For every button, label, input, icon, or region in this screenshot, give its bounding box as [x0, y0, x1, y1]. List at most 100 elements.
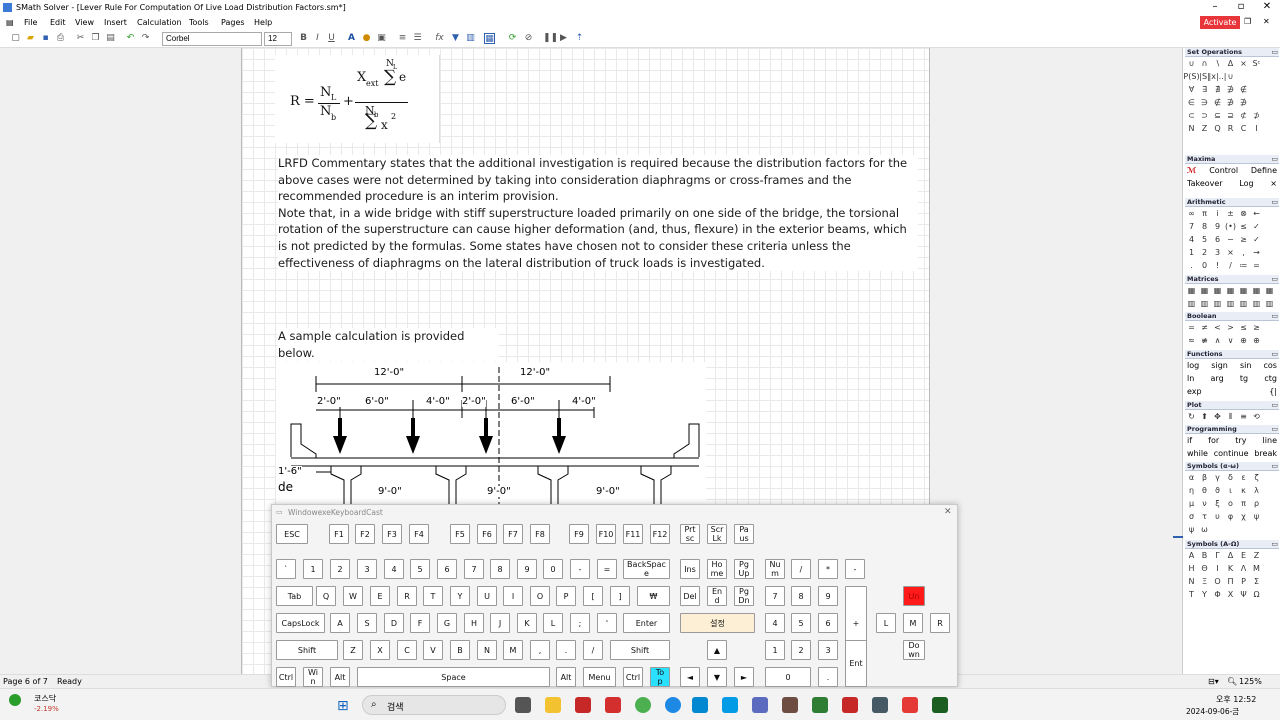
- prog-item[interactable]: while: [1187, 449, 1208, 458]
- italic-icon[interactable]: I: [312, 33, 323, 44]
- key-7[interactable]: 7: [464, 559, 484, 579]
- key-a[interactable]: A: [330, 613, 350, 633]
- syma-symbol[interactable]: ν: [1198, 497, 1211, 510]
- grid-icon[interactable]: ▦: [484, 33, 495, 44]
- setops-symbol[interactable]: Δ: [1224, 57, 1237, 70]
- setops-symbol[interactable]: Q: [1211, 122, 1224, 135]
- key-=[interactable]: =: [597, 559, 617, 579]
- chart-icon[interactable]: ▥: [465, 33, 476, 44]
- maxima-control[interactable]: Control: [1209, 166, 1238, 175]
- setops-symbol[interactable]: ∌: [1237, 96, 1250, 109]
- setops-symbol[interactable]: Sᶜ: [1250, 57, 1263, 70]
- symA-symbol[interactable]: Ω: [1250, 588, 1263, 601]
- key-backspace[interactable]: BackSpac e: [623, 559, 670, 579]
- maximize-icon[interactable]: ▫: [1228, 0, 1254, 16]
- move-icon[interactable]: ✥: [1211, 410, 1224, 423]
- pause-icon[interactable]: ❚❚: [543, 33, 558, 44]
- arith-symbol[interactable]: ±: [1224, 207, 1237, 220]
- zoom-icon[interactable]: 🔍︎: [1227, 677, 1237, 686]
- symA-symbol[interactable]: Υ: [1198, 588, 1211, 601]
- key-f5[interactable]: F5: [450, 524, 470, 544]
- arith-symbol[interactable]: 3: [1211, 246, 1224, 259]
- setops-symbol[interactable]: P(S): [1183, 70, 1199, 83]
- key-u[interactable]: U: [477, 586, 497, 606]
- arith-symbol[interactable]: ∞: [1185, 207, 1198, 220]
- boolean-symbol[interactable]: ⊕: [1250, 334, 1263, 347]
- key-7[interactable]: 7: [765, 586, 785, 606]
- text-color-icon[interactable]: A: [346, 33, 357, 44]
- key-f6[interactable]: F6: [477, 524, 497, 544]
- boolean-symbol[interactable]: <: [1211, 321, 1224, 334]
- syma-symbol[interactable]: χ: [1237, 510, 1250, 523]
- key-2[interactable]: 2: [330, 559, 350, 579]
- arith-symbol[interactable]: ≥: [1237, 233, 1250, 246]
- filter-icon[interactable]: ▼: [450, 33, 461, 44]
- setops-symbol[interactable]: ∪: [1224, 70, 1237, 83]
- key-ctrl[interactable]: Ctrl: [276, 667, 296, 687]
- indent-icon[interactable]: ☰: [412, 33, 423, 44]
- setops-symbol[interactable]: R: [1224, 122, 1237, 135]
- key-shift[interactable]: Shift: [276, 640, 338, 660]
- symA-symbol[interactable]: Ξ: [1198, 575, 1211, 588]
- key-5[interactable]: 5: [791, 613, 811, 633]
- fz-app-icon[interactable]: [605, 697, 621, 713]
- mdi-close-icon[interactable]: ✕: [1263, 17, 1270, 26]
- setops-symbol[interactable]: ⊇: [1224, 109, 1237, 122]
- zoom-level[interactable]: 125%: [1239, 677, 1262, 686]
- arith-symbol[interactable]: ,: [1237, 246, 1250, 259]
- syma-symbol[interactable]: ϑ: [1211, 484, 1224, 497]
- arith-symbol[interactable]: 9: [1211, 220, 1224, 233]
- boolean-symbol[interactable]: ≤: [1237, 321, 1250, 334]
- setops-symbol[interactable]: ∄: [1211, 83, 1224, 96]
- functions-item[interactable]: sign: [1211, 361, 1228, 370]
- syma-symbol[interactable]: θ: [1198, 484, 1211, 497]
- boolean-symbol[interactable]: ≥: [1250, 321, 1263, 334]
- prog-item[interactable]: line: [1263, 436, 1277, 445]
- key-enter[interactable]: Enter: [623, 613, 670, 633]
- symA-symbol[interactable]: Η: [1185, 562, 1198, 575]
- boolean-symbol[interactable]: =: [1185, 321, 1198, 334]
- syma-symbol[interactable]: ο: [1224, 497, 1237, 510]
- setops-symbol[interactable]: ∌: [1224, 83, 1237, 96]
- key-f11[interactable]: F11: [623, 524, 643, 544]
- arith-symbol[interactable]: ×: [1224, 246, 1237, 259]
- setops-symbol[interactable]: ∉: [1237, 83, 1250, 96]
- syma-symbol[interactable]: α: [1185, 471, 1198, 484]
- functions-item[interactable]: cos: [1264, 361, 1277, 370]
- key-w[interactable]: W: [343, 586, 363, 606]
- setops-symbol[interactable]: ∩: [1198, 57, 1211, 70]
- symA-symbol[interactable]: Λ: [1237, 562, 1250, 575]
- setops-symbol[interactable]: ∌: [1224, 96, 1237, 109]
- key-alt[interactable]: Alt: [556, 667, 576, 687]
- key-t[interactable]: T: [423, 586, 443, 606]
- setops-symbol[interactable]: ⊃: [1198, 109, 1211, 122]
- menu-calculation[interactable]: Calculation: [137, 18, 182, 27]
- lines-icon[interactable]: ≡: [1237, 410, 1250, 423]
- key-1[interactable]: 1: [303, 559, 323, 579]
- symA-symbol[interactable]: Δ: [1224, 549, 1237, 562]
- font-size-select[interactable]: 12: [264, 32, 292, 46]
- syma-symbol[interactable]: σ: [1185, 510, 1198, 523]
- pdf-app-icon[interactable]: [575, 697, 591, 713]
- task-view-icon[interactable]: [515, 697, 531, 713]
- arith-symbol[interactable]: 2: [1198, 246, 1211, 259]
- rank-icon[interactable]: ▥: [1211, 297, 1224, 310]
- arith-symbol[interactable]: 4: [1185, 233, 1198, 246]
- symA-symbol[interactable]: Π: [1224, 575, 1237, 588]
- menu-tools[interactable]: Tools: [189, 18, 209, 27]
- maxima-log[interactable]: Log: [1239, 179, 1253, 188]
- key-/[interactable]: /: [791, 559, 811, 579]
- arith-symbol[interactable]: .: [1185, 259, 1198, 272]
- syma-symbol[interactable]: κ: [1237, 484, 1250, 497]
- file-explorer-icon[interactable]: [545, 697, 561, 713]
- windows-start-icon[interactable]: ⊞: [337, 698, 349, 714]
- stock-name[interactable]: 코스닥: [34, 693, 56, 704]
- formula-region[interactable]: R = N L N b + X ext N L ∑ e N b ∑ x 2: [275, 55, 440, 143]
- car-app-icon[interactable]: [782, 697, 798, 713]
- arith-symbol[interactable]: 1: [1185, 246, 1198, 259]
- setops-symbol[interactable]: I: [1250, 122, 1263, 135]
- key-4[interactable]: 4: [765, 613, 785, 633]
- syma-symbol[interactable]: ψ: [1250, 510, 1263, 523]
- setops-symbol[interactable]: ∋: [1198, 96, 1211, 109]
- key-g[interactable]: G: [437, 613, 457, 633]
